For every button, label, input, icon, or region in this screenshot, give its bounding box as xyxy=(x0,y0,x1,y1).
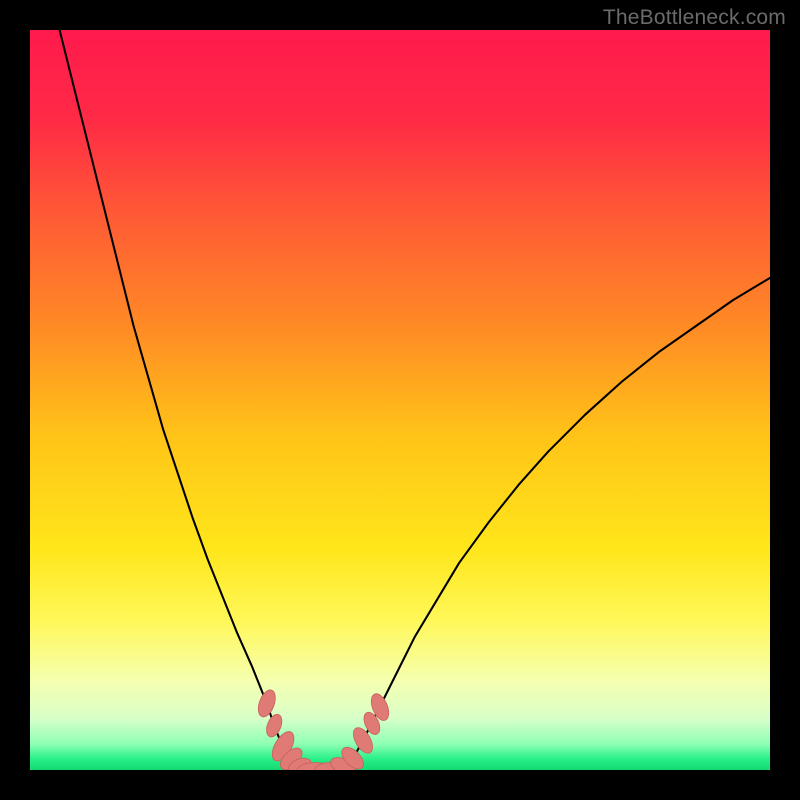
watermark-text: TheBottleneck.com xyxy=(603,6,786,30)
curve-markers xyxy=(255,688,392,770)
bottleneck-curve xyxy=(60,30,770,770)
plot-area xyxy=(30,30,770,770)
curve-layer xyxy=(30,30,770,770)
chart-frame: TheBottleneck.com xyxy=(0,0,800,800)
